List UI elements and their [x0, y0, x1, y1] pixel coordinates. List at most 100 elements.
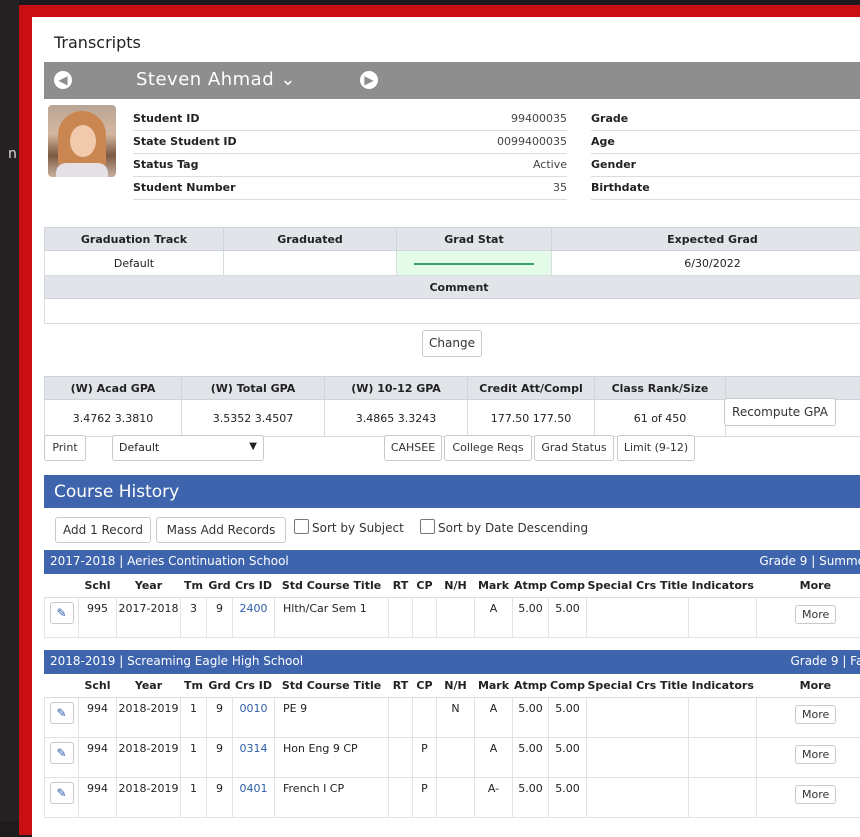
year-group-grade-term: Grade 9 | Fall [790, 654, 860, 668]
more-button[interactable]: More [795, 605, 836, 624]
state-student-id-label: State Student ID [133, 135, 237, 148]
col-grd: Grd [207, 674, 233, 698]
sort-by-subject-label: Sort by Subject [312, 521, 404, 535]
student-header-bar: ◀ Steven Ahmad ⌄ ▶ [44, 62, 860, 99]
col-cp: CP [413, 674, 437, 698]
col-year: Year [117, 674, 181, 698]
grade-row: Grade [591, 107, 860, 131]
col-title: Std Course Title [275, 574, 389, 598]
cell-tm: 3 [181, 598, 207, 638]
pencil-icon[interactable]: ✎ [50, 782, 74, 804]
page-title: Transcripts [54, 33, 141, 52]
acad-gpa-header: (W) Acad GPA [45, 377, 182, 400]
state-student-id-value: 0099400035 [497, 135, 567, 148]
sort-by-subject-checkbox[interactable]: Sort by Subject [294, 519, 404, 535]
birthdate-row: Birthdate [591, 176, 860, 200]
limit-button[interactable]: Limit (9-12) [617, 435, 695, 461]
cell-schl: 994 [79, 738, 117, 778]
checkbox-icon[interactable] [420, 519, 435, 534]
col-indicators: Indicators [689, 674, 757, 698]
col-cp: CP [413, 574, 437, 598]
mass-add-records-button[interactable]: Mass Add Records [156, 517, 286, 543]
class-rank-value: 61 of 450 [595, 400, 726, 437]
graduated-header: Graduated [224, 228, 397, 251]
col-indicators: Indicators [689, 574, 757, 598]
cell-cp: P [413, 778, 437, 818]
cell-grd: 9 [207, 598, 233, 638]
age-row: Age [591, 130, 860, 154]
course-table-2017: Schl Year Tm Grd Crs ID Std Course Title… [44, 574, 860, 638]
graduated-value [224, 251, 397, 276]
recompute-gpa-button[interactable]: Recompute GPA [724, 398, 836, 426]
graduation-table: Graduation Track Graduated Grad Stat Exp… [44, 227, 860, 324]
cell-crs-id[interactable]: 0401 [233, 778, 275, 818]
cell-tm: 1 [181, 698, 207, 738]
cell-title: Hon Eng 9 CP [275, 738, 389, 778]
pencil-icon[interactable]: ✎ [50, 702, 74, 724]
col-tm: Tm [181, 574, 207, 598]
col-rt: RT [389, 674, 413, 698]
year-group-title: 2018-2019 | Screaming Eagle High School [50, 654, 303, 668]
add-record-button[interactable]: Add 1 Record [55, 517, 151, 543]
comment-value [45, 299, 860, 324]
credit-value: 177.50 177.50 [468, 400, 595, 437]
cell-crs-id[interactable]: 0314 [233, 738, 275, 778]
col-nh: N/H [437, 674, 475, 698]
col-schl: Schl [79, 574, 117, 598]
checkbox-icon[interactable] [294, 519, 309, 534]
col-crs-id: Crs ID [233, 674, 275, 698]
cell-crs-id[interactable]: 2400 [233, 598, 275, 638]
cell-special [587, 598, 689, 638]
cell-cp: P [413, 738, 437, 778]
pencil-icon[interactable]: ✎ [50, 742, 74, 764]
more-button[interactable]: More [795, 705, 836, 724]
cell-schl: 994 [79, 698, 117, 738]
student-number-row: Student Number 35 [133, 176, 567, 200]
cell-cp [413, 698, 437, 738]
total-gpa-header: (W) Total GPA [182, 377, 325, 400]
student-name-dropdown[interactable]: Steven Ahmad ⌄ [136, 69, 296, 90]
col-edit [45, 674, 79, 698]
pencil-icon[interactable]: ✎ [50, 602, 74, 624]
col-tm: Tm [181, 674, 207, 698]
cell-comp: 5.00 [549, 698, 587, 738]
arrow-right-icon[interactable]: ▶ [360, 71, 378, 89]
credit-header: Credit Att/Compl [468, 377, 595, 400]
col-more: More [757, 674, 860, 698]
arrow-left-icon[interactable]: ◀ [54, 71, 72, 89]
expected-grad-value: 6/30/2022 [552, 251, 860, 276]
col-mark: Mark [475, 574, 513, 598]
select-value: Default [119, 441, 159, 454]
cell-tm: 1 [181, 738, 207, 778]
grad-status-button[interactable]: Grad Status [534, 435, 614, 461]
student-number-value: 35 [553, 181, 567, 194]
sort-by-date-checkbox[interactable]: Sort by Date Descending [420, 519, 588, 535]
cell-comp: 5.00 [549, 738, 587, 778]
print-button[interactable]: Print [44, 435, 86, 461]
student-number-label: Student Number [133, 181, 236, 194]
cell-atmp: 5.00 [513, 598, 549, 638]
comment-header: Comment [45, 276, 860, 299]
year-group-grade-term: Grade 9 | Summer [759, 554, 860, 568]
graduation-track-header: Graduation Track [45, 228, 224, 251]
col-title: Std Course Title [275, 674, 389, 698]
change-button[interactable]: Change [422, 330, 482, 357]
more-button[interactable]: More [795, 745, 836, 764]
gender-label: Gender [591, 158, 636, 171]
status-tag-value: Active [533, 158, 567, 171]
more-button[interactable]: More [795, 785, 836, 804]
col-crs-id: Crs ID [233, 574, 275, 598]
cell-atmp: 5.00 [513, 738, 549, 778]
col-comp: Comp [549, 674, 587, 698]
cell-nh [437, 778, 475, 818]
college-reqs-button[interactable]: College Reqs [444, 435, 532, 461]
transcript-type-select[interactable]: Default ▼ [112, 435, 264, 461]
cahsee-button[interactable]: CAHSEE [384, 435, 442, 461]
course-table-2018: Schl Year Tm Grd Crs ID Std Course Title… [44, 674, 860, 818]
gpa-10-12-header: (W) 10-12 GPA [325, 377, 468, 400]
expected-grad-header: Expected Grad [552, 228, 860, 251]
cell-crs-id[interactable]: 0010 [233, 698, 275, 738]
status-tag-row: Status Tag Active [133, 153, 567, 177]
cell-comp: 5.00 [549, 598, 587, 638]
state-student-id-row: State Student ID 0099400035 [133, 130, 567, 154]
